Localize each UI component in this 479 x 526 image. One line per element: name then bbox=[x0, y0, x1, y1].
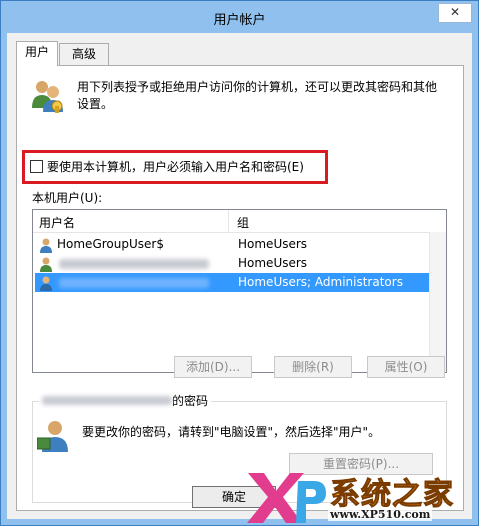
tab-advanced[interactable]: 高级 bbox=[59, 43, 109, 66]
table-row-selected[interactable]: HomeUsers; Administrators bbox=[35, 273, 430, 292]
tab-users[interactable]: 用户 bbox=[16, 41, 58, 66]
remove-user-button[interactable]: 删除(R) bbox=[274, 356, 352, 378]
list-header: 用户名 组 bbox=[33, 210, 446, 233]
password-group-title-suffix: 的密码 bbox=[172, 393, 209, 408]
users-icon bbox=[32, 81, 63, 113]
column-divider[interactable] bbox=[228, 210, 229, 232]
user-group: HomeUsers; Administrators bbox=[238, 275, 403, 289]
column-header-username[interactable]: 用户名 bbox=[39, 214, 75, 231]
require-login-label[interactable]: 要使用本计算机，用户必须输入用户名和密码(E) bbox=[47, 158, 304, 175]
user-icon bbox=[40, 276, 52, 291]
dialog-client-area: 用户 高级 用下列表授予或拒绝用户访问你的计算机，还可以更改其密码和其他设置。 … bbox=[7, 33, 472, 519]
password-group-title: 的密码 bbox=[39, 392, 212, 408]
require-login-row[interactable]: 要使用本计算机，用户必须输入用户名和密码(E) bbox=[30, 158, 304, 174]
table-row[interactable]: HomeUsers bbox=[35, 254, 430, 273]
close-button[interactable]: ✕ bbox=[438, 3, 472, 23]
user-password-icon bbox=[37, 421, 68, 452]
watermark: 系统之家 www.XP510.com bbox=[246, 467, 478, 525]
description-text: 用下列表授予或拒绝用户访问你的计算机，还可以更改其密码和其他设置。 bbox=[77, 80, 438, 111]
watermark-brand: 系统之家 bbox=[330, 477, 454, 513]
column-header-group[interactable]: 组 bbox=[237, 214, 249, 231]
user-icon bbox=[40, 257, 52, 272]
xp-logo-icon bbox=[247, 473, 326, 523]
user-accounts-window: 用户帐户 ✕ 用户 高级 用下列表授予或拒绝用户访问你的计算机，还可以更改其密码… bbox=[0, 0, 479, 526]
local-users-label: 本机用户(U): bbox=[32, 191, 103, 205]
user-list[interactable]: 用户名 组 HomeGroupUser$ HomeUsers HomeUsers bbox=[32, 209, 447, 373]
window-title: 用户帐户 bbox=[213, 13, 266, 28]
password-instruction-text: 要更改你的密码，请转到"电脑设置"，然后选择"用户"。 bbox=[82, 425, 381, 439]
user-icon bbox=[40, 238, 52, 253]
watermark-url: www.XP510.com bbox=[328, 508, 433, 521]
list-scrollbar[interactable] bbox=[429, 232, 446, 372]
user-group: HomeUsers bbox=[238, 237, 308, 251]
user-group: HomeUsers bbox=[238, 256, 308, 270]
table-row[interactable]: HomeGroupUser$ HomeUsers bbox=[35, 235, 430, 254]
require-login-checkbox[interactable] bbox=[30, 159, 43, 173]
users-tab-panel: 用下列表授予或拒绝用户访问你的计算机，还可以更改其密码和其他设置。 要使用本计算… bbox=[16, 65, 464, 511]
title-bar[interactable]: 用户帐户 ✕ bbox=[1, 1, 478, 33]
properties-button[interactable]: 属性(O) bbox=[367, 356, 445, 378]
user-name: HomeGroupUser$ bbox=[57, 237, 164, 251]
blurred-user-name bbox=[59, 259, 209, 269]
blurred-user-name bbox=[42, 395, 172, 405]
add-user-button[interactable]: 添加(D)... bbox=[174, 356, 252, 378]
blurred-user-name bbox=[59, 278, 209, 288]
